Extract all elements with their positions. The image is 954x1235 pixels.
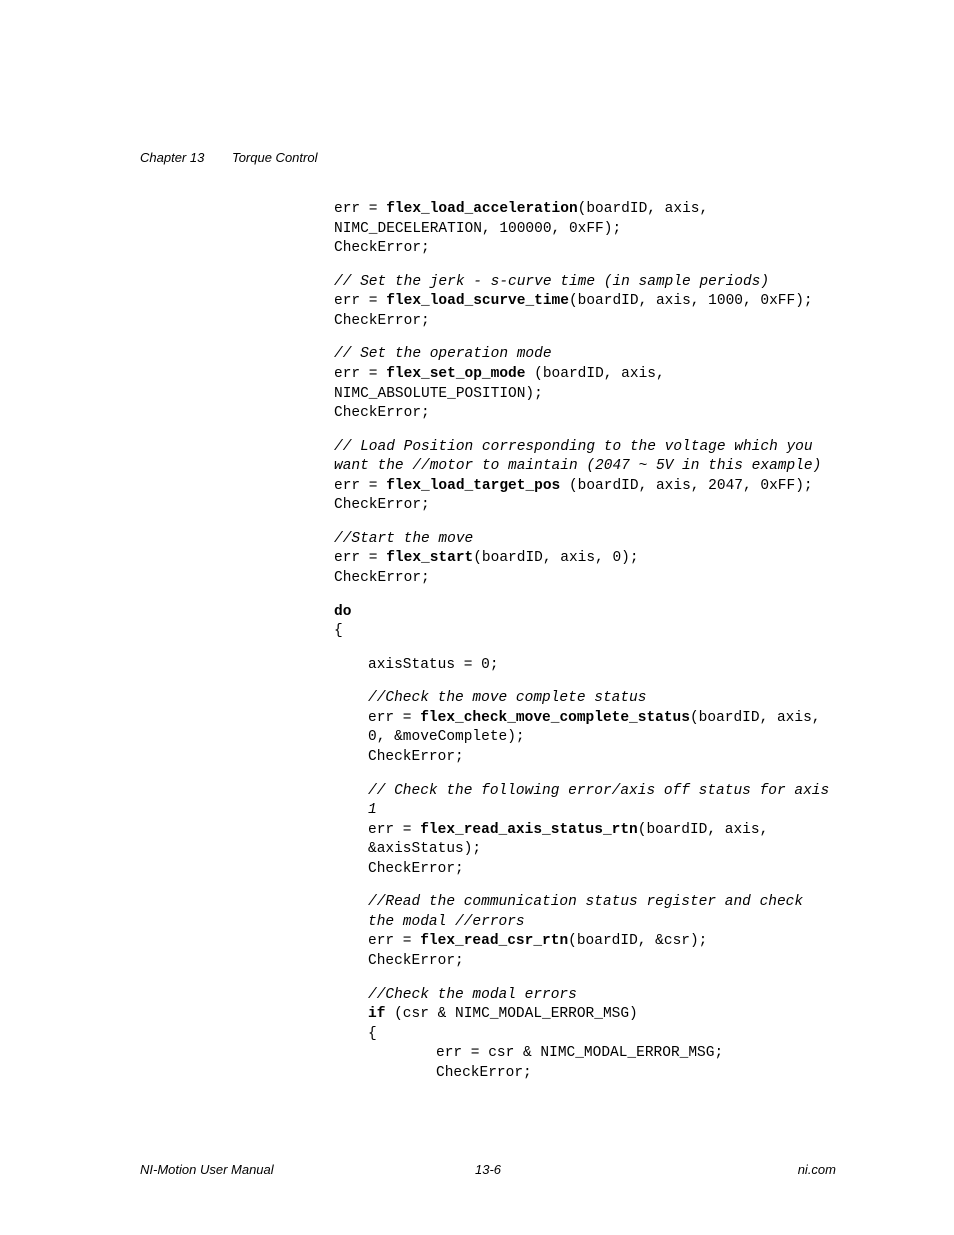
code-text: (boardID, axis, 1000, 0xFF);: [569, 293, 813, 309]
code-keyword: if: [368, 1006, 385, 1022]
code-fn: flex_load_acceleration: [386, 201, 577, 217]
code-keyword: do: [334, 604, 351, 620]
code-text: CheckError;: [368, 861, 464, 877]
code-text: err =: [334, 366, 386, 382]
code-block: do {: [334, 603, 836, 642]
code-block: //Check the move complete status err = f…: [334, 689, 836, 767]
code-block: // Set the jerk - s-curve time (in sampl…: [334, 273, 836, 332]
code-text: (csr & NIMC_MODAL_ERROR_MSG): [385, 1006, 637, 1022]
code-comment: //Check the modal errors: [368, 987, 577, 1003]
code-text: {: [368, 1026, 377, 1042]
code-text: (boardID, axis, 0);: [473, 550, 638, 566]
page-footer: NI-Motion User Manual 13-6 ni.com: [140, 1162, 836, 1177]
code-text: err =: [334, 293, 386, 309]
code-text: CheckError;: [436, 1065, 532, 1081]
code-text: err =: [368, 822, 420, 838]
code-text: CheckError;: [368, 953, 464, 969]
code-fn: flex_check_move_complete_status: [420, 710, 690, 726]
code-block: err = flex_load_acceleration(boardID, ax…: [334, 200, 836, 259]
code-comment: //Read the communication status register…: [368, 894, 812, 930]
code-comment: // Load Position corresponding to the vo…: [334, 439, 821, 475]
code-text: err =: [334, 478, 386, 494]
code-listing: err = flex_load_acceleration (boardID, ax…: [334, 200, 836, 1083]
code-text: axisStatus = 0;: [368, 657, 499, 673]
code-block: // Set the operation mode err = flex_set…: [334, 345, 836, 423]
code-fn: flex_load_scurve_time: [386, 293, 569, 309]
page-header: Chapter 13 Torque Control: [140, 150, 836, 165]
code-fn: flex_set_op_mode: [386, 366, 525, 382]
code-comment: // Set the jerk - s-curve time (in sampl…: [334, 274, 769, 290]
code-text: CheckError;: [334, 570, 430, 586]
code-block: // Check the following error/axis off st…: [334, 782, 836, 880]
code-text: CheckError;: [334, 240, 430, 256]
code-text: err =: [368, 933, 420, 949]
code-comment: // Set the operation mode: [334, 346, 552, 362]
footer-page-number: 13-6: [140, 1162, 836, 1177]
code-block: err = csr & NIMC_MODAL_ERROR_MSG; CheckE…: [334, 1044, 836, 1083]
code-text: err =: [334, 550, 386, 566]
code-fn: flex_read_csr_rtn: [420, 933, 568, 949]
code-text: CheckError;: [334, 497, 430, 513]
code-text: (boardID, &csr);: [568, 933, 707, 949]
code-fn: flex_load_target_pos: [386, 478, 560, 494]
code-fn: flex_start: [386, 550, 473, 566]
code-text: CheckError;: [368, 749, 464, 765]
code-text: err =: [334, 201, 386, 217]
code-block: //Read the communication status register…: [334, 893, 836, 971]
code-text: CheckError;: [334, 405, 430, 421]
code-text: CheckError;: [334, 313, 430, 329]
code-comment: //Check the move complete status: [368, 690, 646, 706]
chapter-label: Chapter 13: [140, 150, 204, 165]
code-block: axisStatus = 0;: [334, 656, 836, 676]
code-text: (boardID, axis, 2047, 0xFF);: [560, 478, 812, 494]
code-text: {: [334, 623, 343, 639]
code-text: err = csr & NIMC_MODAL_ERROR_MSG;: [436, 1045, 723, 1061]
code-block: // Load Position corresponding to the vo…: [334, 438, 836, 516]
code-comment: //Start the move: [334, 531, 473, 547]
code-block: //Check the modal errors if (csr & NIMC_…: [334, 986, 836, 1045]
code-fn: flex_read_axis_status_rtn: [420, 822, 638, 838]
code-comment: // Check the following error/axis off st…: [368, 783, 838, 819]
code-text: err =: [368, 710, 420, 726]
code-block: //Start the move err = flex_start(boardI…: [334, 530, 836, 589]
chapter-title: Torque Control: [232, 150, 318, 165]
